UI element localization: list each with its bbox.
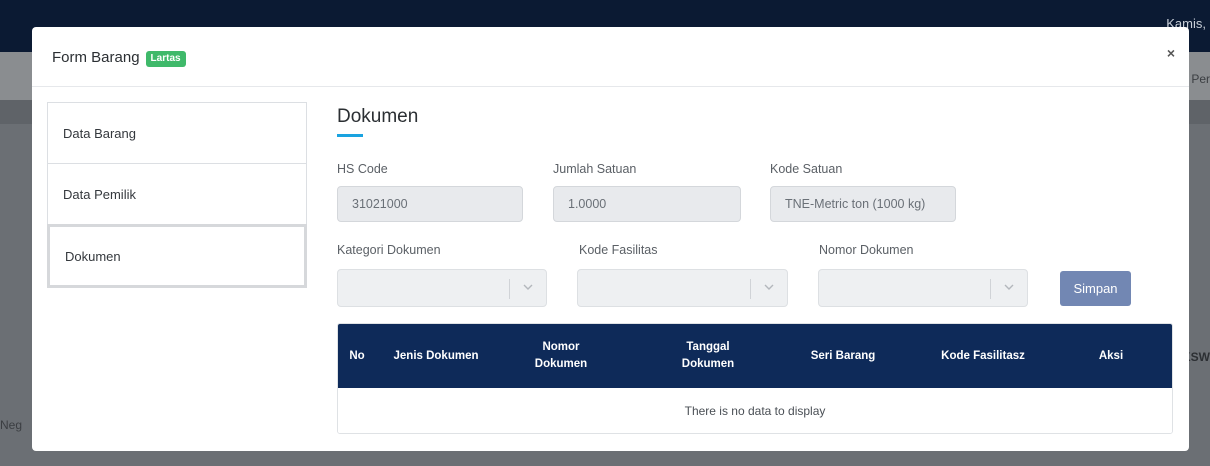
column-header-jenis-dokumen[interactable]: Jenis Dokumen: [376, 324, 496, 388]
nav-item-label: Data Pemilik: [63, 186, 136, 202]
kode-satuan-label: Kode Satuan: [770, 162, 843, 176]
jumlah-satuan-field[interactable]: 1.0000: [553, 186, 741, 222]
select-separator: [509, 279, 510, 299]
background-subbar-text: Per: [1191, 72, 1210, 86]
select-separator: [990, 279, 991, 299]
chevron-down-icon: [1004, 284, 1014, 290]
kategori-dokumen-label: Kategori Dokumen: [337, 243, 441, 257]
kode-fasilitas-select[interactable]: [577, 269, 788, 307]
chevron-down-icon: [764, 284, 774, 290]
modal-header: Form Barang Lartas ×: [32, 27, 1189, 87]
column-header-line: Dokumen: [534, 358, 588, 370]
nav-item-dokumen[interactable]: Dokumen: [47, 224, 307, 288]
nomor-dokumen-label: Nomor Dokumen: [819, 243, 914, 257]
kode-fasilitas-label: Kode Fasilitas: [579, 243, 658, 257]
title-underline: [337, 134, 363, 137]
table-header: No Jenis Dokumen Nomor Dokumen Tanggal D…: [338, 324, 1172, 388]
column-header-tanggal-dokumen[interactable]: Tanggal Dokumen: [663, 324, 753, 388]
nav-item-data-barang[interactable]: Data Barang: [47, 102, 307, 163]
dokumen-section: Dokumen HS Code 31021000 Jumlah Satuan 1…: [337, 102, 1173, 434]
close-button[interactable]: ×: [1167, 45, 1175, 61]
select-separator: [750, 279, 751, 299]
chevron-down-icon: [523, 284, 533, 290]
kode-satuan-field[interactable]: TNE-Metric ton (1000 kg): [770, 186, 956, 222]
column-header-line: Tanggal: [686, 341, 730, 353]
nav-item-label: Dokumen: [65, 248, 121, 264]
column-header-kode-fasilitasz[interactable]: Kode Fasilitasz: [913, 324, 1053, 388]
column-header-seri-barang[interactable]: Seri Barang: [788, 324, 898, 388]
column-header-line: Nomor: [542, 341, 580, 353]
column-header-no[interactable]: No: [338, 324, 376, 388]
section-title: Dokumen: [337, 106, 419, 127]
modal-title: Form Barang Lartas: [52, 49, 186, 68]
hs-code-label: HS Code: [337, 162, 388, 176]
form-nav: Data Barang Data Pemilik Dokumen: [47, 102, 307, 288]
column-header-aksi[interactable]: Aksi: [1068, 324, 1154, 388]
empty-table-message: There is no data to display: [338, 388, 1172, 433]
nav-item-data-pemilik[interactable]: Data Pemilik: [47, 163, 307, 224]
modal-title-text: Form Barang: [52, 49, 140, 66]
column-header-line: Dokumen: [681, 358, 735, 370]
background-left-text: Neg: [0, 418, 23, 432]
hs-code-field[interactable]: 31021000: [337, 186, 523, 222]
nav-item-label: Data Barang: [63, 125, 136, 141]
form-barang-modal: Form Barang Lartas × Data Barang Data Pem…: [32, 27, 1189, 451]
lartas-badge: Lartas: [145, 51, 186, 67]
nomor-dokumen-select[interactable]: [818, 269, 1028, 307]
dokumen-table: No Jenis Dokumen Nomor Dokumen Tanggal D…: [337, 323, 1173, 434]
kategori-dokumen-select[interactable]: [337, 269, 547, 307]
jumlah-satuan-label: Jumlah Satuan: [553, 162, 637, 176]
simpan-button[interactable]: Simpan: [1060, 271, 1131, 306]
column-header-nomor-dokumen[interactable]: Nomor Dokumen: [516, 324, 606, 388]
